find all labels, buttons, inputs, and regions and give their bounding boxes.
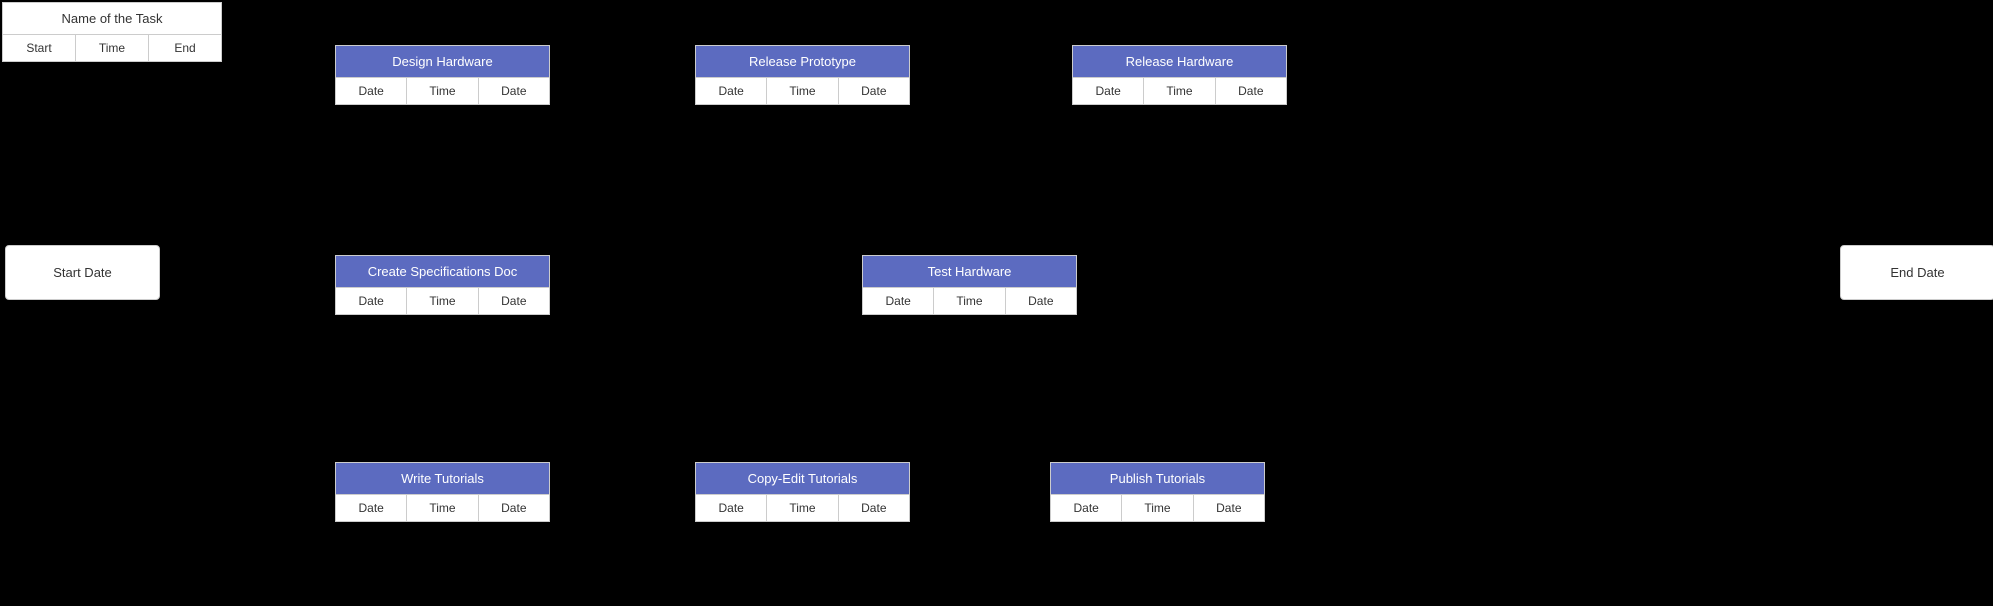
task-date2-release-prototype: Date [839,78,909,104]
start-date-box: Start Date [5,245,160,300]
task-date1-release-hardware: Date [1073,78,1144,104]
task-card-write-tutorials: Write Tutorials Date Time Date [335,462,550,522]
task-card-copy-edit-tutorials: Copy-Edit Tutorials Date Time Date [695,462,910,522]
legend-col-start: Start [3,35,76,61]
task-title-release-prototype: Release Prototype [696,46,909,77]
task-date1-copy-edit-tutorials: Date [696,495,767,521]
task-date2-release-hardware: Date [1216,78,1286,104]
task-card-release-hardware: Release Hardware Date Time Date [1072,45,1287,105]
task-date2-publish-tutorials: Date [1194,495,1264,521]
task-time-release-hardware: Time [1144,78,1215,104]
start-date-label: Start Date [53,265,112,280]
task-date1-publish-tutorials: Date [1051,495,1122,521]
task-row-publish-tutorials: Date Time Date [1051,494,1264,521]
task-date1-write-tutorials: Date [336,495,407,521]
task-time-publish-tutorials: Time [1122,495,1193,521]
task-date1-test-hardware: Date [863,288,934,314]
task-date1-design-hardware: Date [336,78,407,104]
task-title-create-specs: Create Specifications Doc [336,256,549,287]
task-title-release-hardware: Release Hardware [1073,46,1286,77]
task-time-write-tutorials: Time [407,495,478,521]
task-date2-create-specs: Date [479,288,549,314]
legend-col-end: End [149,35,221,61]
task-title-copy-edit-tutorials: Copy-Edit Tutorials [696,463,909,494]
task-date1-create-specs: Date [336,288,407,314]
task-row-write-tutorials: Date Time Date [336,494,549,521]
task-row-copy-edit-tutorials: Date Time Date [696,494,909,521]
task-card-publish-tutorials: Publish Tutorials Date Time Date [1050,462,1265,522]
task-time-design-hardware: Time [407,78,478,104]
legend-col-time: Time [76,35,149,61]
task-row-release-prototype: Date Time Date [696,77,909,104]
task-row-design-hardware: Date Time Date [336,77,549,104]
legend-card: Name of the Task Start Time End [2,2,222,62]
end-date-box: End Date [1840,245,1993,300]
task-title-design-hardware: Design Hardware [336,46,549,77]
legend-row: Start Time End [3,34,221,61]
task-row-test-hardware: Date Time Date [863,287,1076,314]
task-card-design-hardware: Design Hardware Date Time Date [335,45,550,105]
end-date-label: End Date [1890,265,1944,280]
task-title-write-tutorials: Write Tutorials [336,463,549,494]
task-date2-copy-edit-tutorials: Date [839,495,909,521]
task-time-create-specs: Time [407,288,478,314]
legend-title: Name of the Task [3,3,221,34]
task-date1-release-prototype: Date [696,78,767,104]
task-date2-test-hardware: Date [1006,288,1076,314]
task-row-create-specs: Date Time Date [336,287,549,314]
task-title-test-hardware: Test Hardware [863,256,1076,287]
task-time-copy-edit-tutorials: Time [767,495,838,521]
task-card-test-hardware: Test Hardware Date Time Date [862,255,1077,315]
task-row-release-hardware: Date Time Date [1073,77,1286,104]
task-time-test-hardware: Time [934,288,1005,314]
task-date2-design-hardware: Date [479,78,549,104]
task-title-publish-tutorials: Publish Tutorials [1051,463,1264,494]
task-card-create-specs: Create Specifications Doc Date Time Date [335,255,550,315]
task-time-release-prototype: Time [767,78,838,104]
task-card-release-prototype: Release Prototype Date Time Date [695,45,910,105]
task-date2-write-tutorials: Date [479,495,549,521]
